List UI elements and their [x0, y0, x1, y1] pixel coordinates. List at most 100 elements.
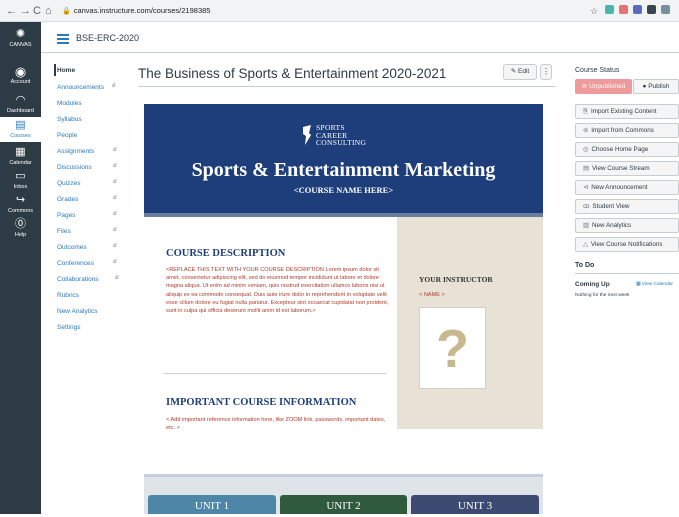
global-nav-calendar[interactable]: ▦ Calendar [0, 146, 41, 167]
unpublished-button[interactable]: ⊘ Unpublished [575, 79, 632, 94]
instructor-heading: YOUR INSTRUCTOR [419, 275, 493, 284]
book-icon: ▤ [15, 119, 26, 131]
todo-divider [575, 273, 679, 274]
canvas-logo[interactable]: ✺ CANVAS [0, 28, 41, 49]
eye-slash-icon: ø [113, 243, 117, 249]
extension-icon[interactable] [605, 5, 614, 14]
user-icon: ◉ [14, 64, 27, 79]
global-nav-label: Commons [7, 208, 34, 214]
choose-home-page-button[interactable]: ◎ Choose Home Page [575, 142, 679, 157]
important-info-heading: IMPORTANT COURSE INFORMATION [166, 397, 357, 408]
unit-3-button[interactable]: UNIT 3 [411, 495, 539, 514]
eye-slash-icon: ø [113, 211, 117, 217]
banner-title: Sports & Entertainment Marketing [191, 159, 496, 181]
global-nav-account[interactable]: ◉ Account [0, 65, 41, 86]
global-nav-label: Calendar [9, 160, 32, 166]
page-title: The Business of Sports & Entertainment 2… [138, 66, 447, 81]
url-text: canvas.instructure.com/courses/2198385 [73, 6, 211, 15]
sidebar-button-label: View Course Notifications [590, 241, 663, 248]
extension-icon[interactable] [661, 5, 670, 14]
commons-icon: ⊚ [583, 127, 589, 134]
view-calendar-label: View Calendar [641, 282, 674, 287]
course-nav-discussions[interactable]: Discussions [57, 163, 92, 172]
course-nav-rubrics[interactable]: Rubrics [57, 291, 79, 300]
todo-heading: To Do [575, 262, 595, 269]
eye-slash-icon: ø [113, 147, 117, 153]
back-icon[interactable]: ← [6, 4, 17, 18]
view-calendar-link[interactable]: ▦ View Calendar [636, 280, 673, 289]
address-bar[interactable]: 🔒 canvas.instructure.com/courses/2198385 [62, 4, 562, 18]
course-nav-settings[interactable]: Settings [57, 323, 81, 332]
course-description-heading: COURSE DESCRIPTION [166, 248, 286, 259]
breadcrumb[interactable]: BSE-ERC-2020 [76, 31, 139, 45]
commons-icon: ↪ [15, 194, 26, 206]
eye-slash-icon: ø [113, 179, 117, 185]
course-nav-collaborations[interactable]: Collaborations [57, 275, 99, 284]
global-nav-commons[interactable]: ↪ Commons [0, 194, 41, 215]
sports-logo-icon [303, 125, 311, 145]
canvas-logo-label: CANVAS [9, 42, 32, 48]
view-course-stream-button[interactable]: ▤ View Course Stream [575, 161, 679, 176]
logo-line: CONSULTING [316, 138, 367, 147]
global-nav-inbox[interactable]: ▭ Inbox [0, 170, 41, 191]
pencil-icon: ✎ [510, 68, 517, 75]
home-icon[interactable]: ⌂ [45, 4, 52, 18]
section-divider [164, 373, 386, 374]
publish-button[interactable]: ● Publish [633, 79, 679, 94]
global-nav-label: Account [10, 79, 31, 85]
unit-2-button[interactable]: UNIT 2 [280, 495, 407, 514]
course-nav-conferences[interactable]: Conferences [57, 259, 94, 268]
publish-label: Publish [648, 83, 670, 90]
extension-icon[interactable] [619, 5, 628, 14]
star-icon[interactable]: ☆ [590, 4, 598, 18]
instructor-name: < NAME > [419, 292, 445, 298]
course-nav-people[interactable]: People [57, 131, 77, 140]
eye-slash-icon: ø [113, 259, 117, 265]
import-from-commons-button[interactable]: ⊚ Import from Commons [575, 123, 679, 138]
coming-up-heading: Coming Up [575, 281, 610, 288]
view-course-notifications-button[interactable]: △ View Course Notifications [575, 237, 679, 252]
course-status-heading: Course Status [575, 67, 620, 74]
student-view-button[interactable]: ꝏ Student View [575, 199, 679, 214]
course-nav-new-analytics[interactable]: New Analytics [57, 307, 97, 316]
course-nav-grades[interactable]: Grades [57, 195, 78, 204]
course-nav-syllabus[interactable]: Syllabus [57, 115, 82, 124]
import-existing-content-button[interactable]: ⎘ Import Existing Content [575, 104, 679, 119]
course-nav-modules[interactable]: Modules [57, 99, 82, 108]
eye-slash-icon: ø [113, 195, 117, 201]
unpublished-icon: ⊘ [581, 83, 588, 90]
unit-1-button[interactable]: UNIT 1 [148, 495, 276, 514]
header-divider [41, 52, 679, 53]
student-view-icon: ꝏ [583, 203, 590, 210]
global-nav-label: Help [14, 232, 27, 238]
instructor-photo-placeholder: ? [419, 307, 486, 389]
units-section-border [144, 474, 543, 477]
global-nav-help[interactable]: ⓪ Help [0, 218, 41, 239]
new-analytics-button[interactable]: ▥ New Analytics [575, 218, 679, 233]
global-nav-dashboard[interactable]: ◠ Dashboard [0, 94, 41, 115]
course-nav-announcements[interactable]: Announcements [57, 83, 104, 92]
hamburger-menu-icon[interactable] [57, 34, 69, 46]
global-nav-courses[interactable]: ▤ Courses [0, 117, 41, 142]
new-announcement-button[interactable]: ⊲ New Announcement [575, 180, 679, 195]
title-divider [138, 86, 556, 87]
global-nav-label: Inbox [13, 184, 28, 190]
reload-icon[interactable]: C [33, 4, 41, 18]
extension-icon[interactable] [647, 5, 656, 14]
analytics-icon: ▥ [583, 222, 589, 229]
course-nav-files[interactable]: Files [57, 227, 71, 236]
course-nav-pages[interactable]: Pages [57, 211, 75, 220]
course-nav-quizzes[interactable]: Quizzes [57, 179, 80, 188]
home-page-icon: ◎ [583, 146, 589, 153]
announcement-icon: ⊲ [583, 184, 589, 191]
active-nav-indicator [54, 64, 56, 76]
edit-button[interactable]: ✎ Edit [503, 64, 537, 80]
canvas-logo-icon: ✺ [15, 28, 26, 40]
more-options-button[interactable]: ⋮ [540, 64, 552, 80]
extension-icon[interactable] [633, 5, 642, 14]
course-nav-home[interactable]: Home [57, 66, 75, 75]
course-nav-assignments[interactable]: Assignments [57, 147, 94, 156]
unpublished-label: Unpublished [589, 83, 626, 90]
forward-icon[interactable]: → [20, 4, 31, 18]
course-nav-outcomes[interactable]: Outcomes [57, 243, 87, 252]
